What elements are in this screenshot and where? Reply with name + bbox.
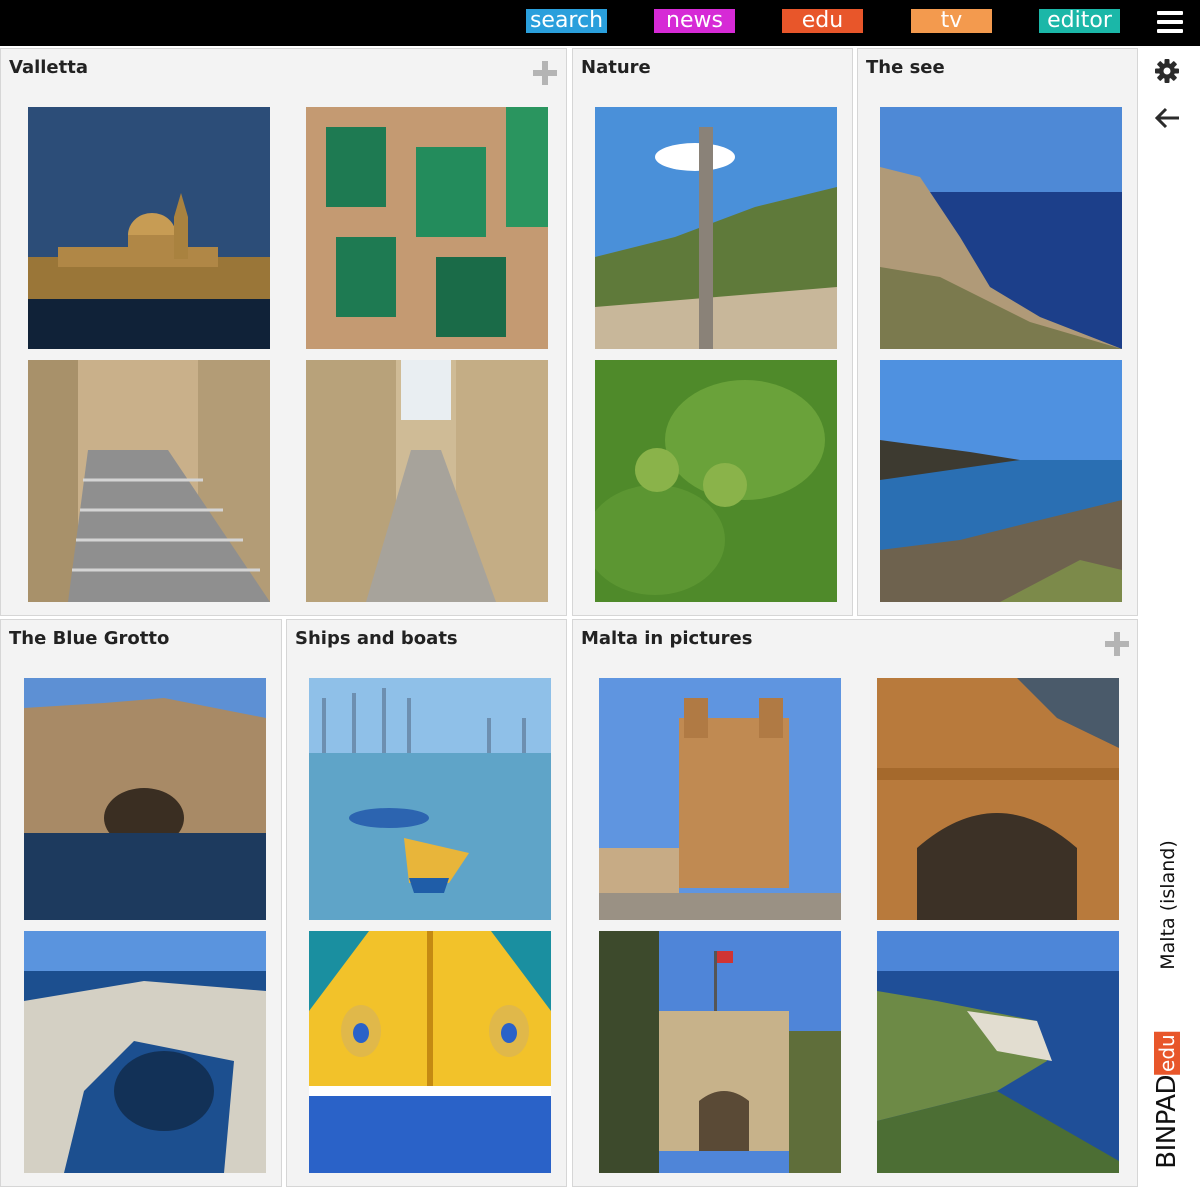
right-sidebar <box>1138 46 1200 1198</box>
brand-logo: BINPAD edu <box>1152 1031 1182 1169</box>
nav-tab-edu[interactable]: edu <box>782 9 863 33</box>
arrow-left-icon[interactable] <box>1153 104 1181 136</box>
photo-thumbnail[interactable] <box>28 360 270 602</box>
panel-title: Nature <box>581 57 651 78</box>
photo-thumbnail[interactable] <box>599 931 841 1173</box>
panel-title: The Blue Grotto <box>9 628 170 649</box>
photo-thumbnail[interactable] <box>880 107 1122 349</box>
photo-thumbnail[interactable] <box>24 678 266 920</box>
add-icon[interactable] <box>533 61 557 85</box>
nav-tab-search[interactable]: search <box>526 9 607 33</box>
brand-logo-text: BINPAD <box>1152 1074 1182 1169</box>
panel-valletta: Valletta <box>0 48 567 616</box>
panel-malta-in-pictures: Malta in pictures <box>572 619 1138 1187</box>
panel-title: Ships and boats <box>295 628 458 649</box>
panel-ships-and-boats: Ships and boats <box>286 619 567 1187</box>
photo-thumbnail[interactable] <box>28 107 270 349</box>
photo-thumbnail[interactable] <box>877 678 1119 920</box>
photo-thumbnail[interactable] <box>306 107 548 349</box>
panel-title: Malta in pictures <box>581 628 753 649</box>
panel-title: Valletta <box>9 57 88 78</box>
photo-thumbnail[interactable] <box>880 360 1122 602</box>
panel-the-see: The see <box>857 48 1138 616</box>
gear-icon[interactable] <box>1153 57 1181 89</box>
photo-thumbnail[interactable] <box>595 360 837 602</box>
panel-nature: Nature <box>572 48 853 616</box>
top-bar: search news edu tv editor <box>0 0 1200 46</box>
photo-thumbnail[interactable] <box>309 931 551 1173</box>
photo-thumbnail[interactable] <box>877 931 1119 1173</box>
nav-tab-tv[interactable]: tv <box>911 9 992 33</box>
photo-thumbnail[interactable] <box>309 678 551 920</box>
photo-thumbnail[interactable] <box>306 360 548 602</box>
panel-the-blue-grotto: The Blue Grotto <box>0 619 282 1187</box>
photo-thumbnail[interactable] <box>599 678 841 920</box>
brand-logo-badge: edu <box>1154 1031 1180 1075</box>
panel-title: The see <box>866 57 945 78</box>
photo-thumbnail[interactable] <box>595 107 837 349</box>
page-title-vertical: Malta (island) <box>1157 840 1179 970</box>
nav-tab-editor[interactable]: editor <box>1039 9 1120 33</box>
photo-thumbnail[interactable] <box>24 931 266 1173</box>
add-icon[interactable] <box>1105 632 1129 656</box>
nav-tab-news[interactable]: news <box>654 9 735 33</box>
hamburger-menu-icon[interactable] <box>1157 11 1183 33</box>
